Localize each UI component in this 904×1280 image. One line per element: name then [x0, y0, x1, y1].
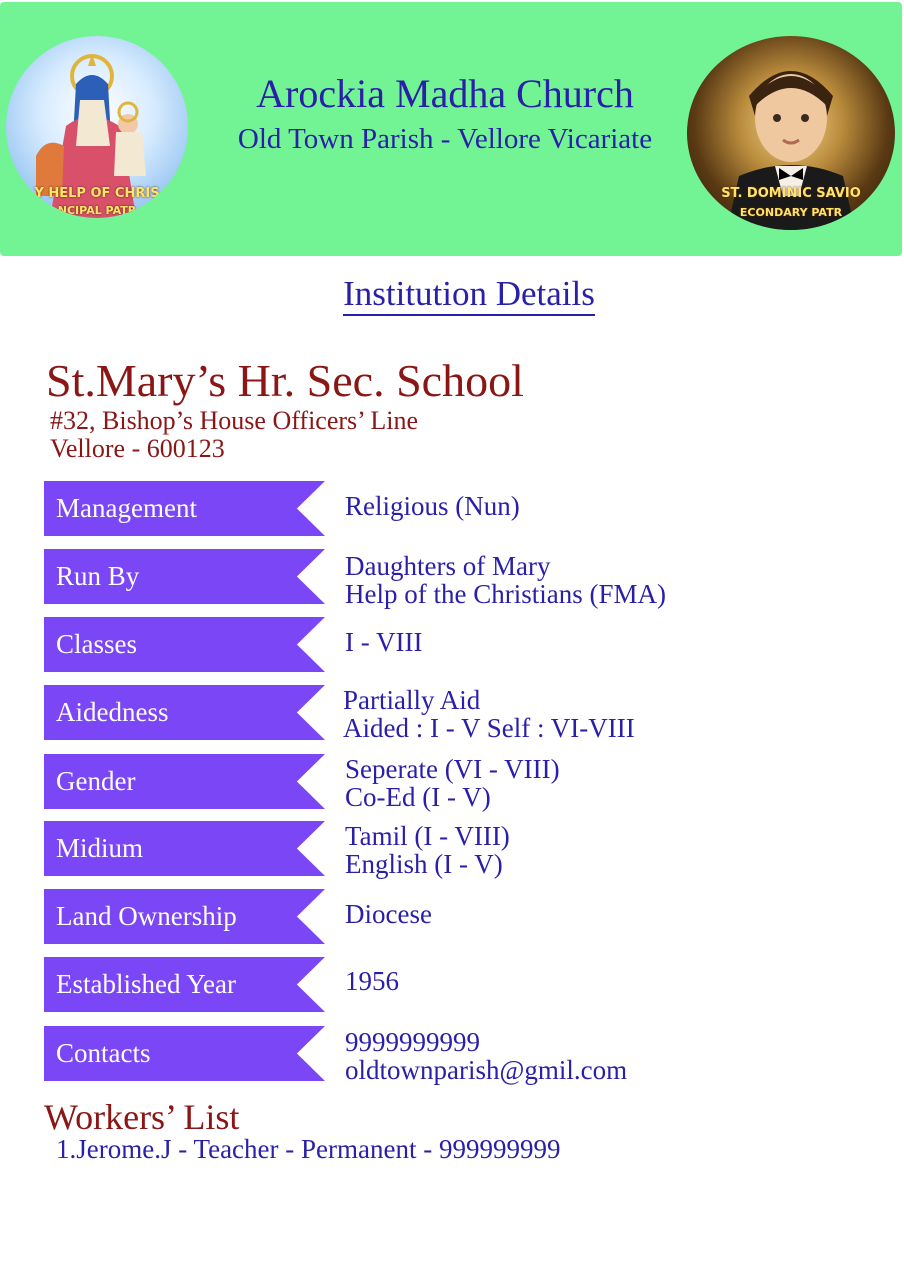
left-patron-line1: Y HELP OF CHRIS: [34, 186, 160, 201]
classes-value: I - VIII: [345, 627, 423, 657]
aidedness-label: Aidedness: [56, 697, 169, 727]
right-patron-line1: ST. DOMINIC SAVIO: [721, 186, 861, 201]
school-address-line2: Vellore - 600123: [50, 434, 225, 463]
section-heading-text: Institution Details: [343, 274, 595, 316]
medium-label: Midium: [56, 833, 144, 863]
classes-label: Classes: [56, 629, 137, 659]
management-value: Religious (Nun): [345, 491, 520, 521]
contacts-email: oldtownparish@gmil.com: [345, 1055, 628, 1085]
church-subtitle: Old Town Parish - Vellore Vicariate: [237, 123, 653, 155]
run-by-label: Run By: [56, 561, 140, 591]
gender-label: Gender: [56, 766, 136, 796]
aidedness-value-line1: Partially Aid: [343, 685, 481, 715]
mary-help-of-christians-image: Y HELP OF CHRIS NCIPAL PATR: [6, 36, 188, 218]
church-title: Arockia Madha Church: [256, 71, 634, 116]
run-by-label-box: Run By: [44, 549, 325, 604]
management-label-box: Management: [44, 481, 325, 536]
workers-list-title: Workers’ List: [44, 1097, 240, 1137]
contacts-label-box: Contacts: [44, 1026, 325, 1081]
school-name: St.Mary’s Hr. Sec. School: [46, 355, 524, 406]
contacts-label: Contacts: [56, 1038, 151, 1068]
gender-value-line1: Seperate (VI - VIII): [345, 754, 560, 784]
run-by-value-line1: Daughters of Mary: [345, 551, 551, 581]
left-patron-line2: NCIPAL PATR: [57, 204, 137, 217]
established-year-label-box: Established Year: [44, 957, 325, 1012]
medium-value-line1: Tamil (I - VIII): [345, 821, 510, 851]
gender-value-line2: Co-Ed (I - V): [345, 782, 491, 812]
section-heading: Institution Details: [0, 274, 904, 316]
land-ownership-label-box: Land Ownership: [44, 889, 325, 944]
st-dominic-savio-image: ST. DOMINIC SAVIO ECONDARY PATR: [687, 36, 895, 230]
school-address-line1: #32, Bishop’s House Officers’ Line: [50, 406, 419, 435]
medium-value-line2: English (I - V): [345, 849, 503, 879]
contacts-phone: 9999999999: [345, 1027, 480, 1057]
established-year-value: 1956: [345, 966, 399, 996]
run-by-value-line2: Help of the Christians (FMA): [345, 579, 666, 609]
aidedness-value-line2: Aided : I - V Self : VI-VIII: [343, 713, 635, 743]
worker-list-item: 1.Jerome.J - Teacher - Permanent - 99999…: [56, 1134, 561, 1164]
header-banner: Y HELP OF CHRIS NCIPAL PATR Arockia Madh…: [0, 2, 902, 256]
land-ownership-value: Diocese: [345, 899, 432, 929]
management-label: Management: [56, 493, 197, 523]
classes-label-box: Classes: [44, 617, 325, 672]
gender-label-box: Gender: [44, 754, 325, 809]
land-ownership-label: Land Ownership: [56, 901, 237, 931]
aidedness-label-box: Aidedness: [44, 685, 325, 740]
medium-label-box: Midium: [44, 821, 325, 876]
right-patron-line2: ECONDARY PATR: [739, 206, 843, 219]
established-year-label: Established Year: [56, 969, 236, 999]
